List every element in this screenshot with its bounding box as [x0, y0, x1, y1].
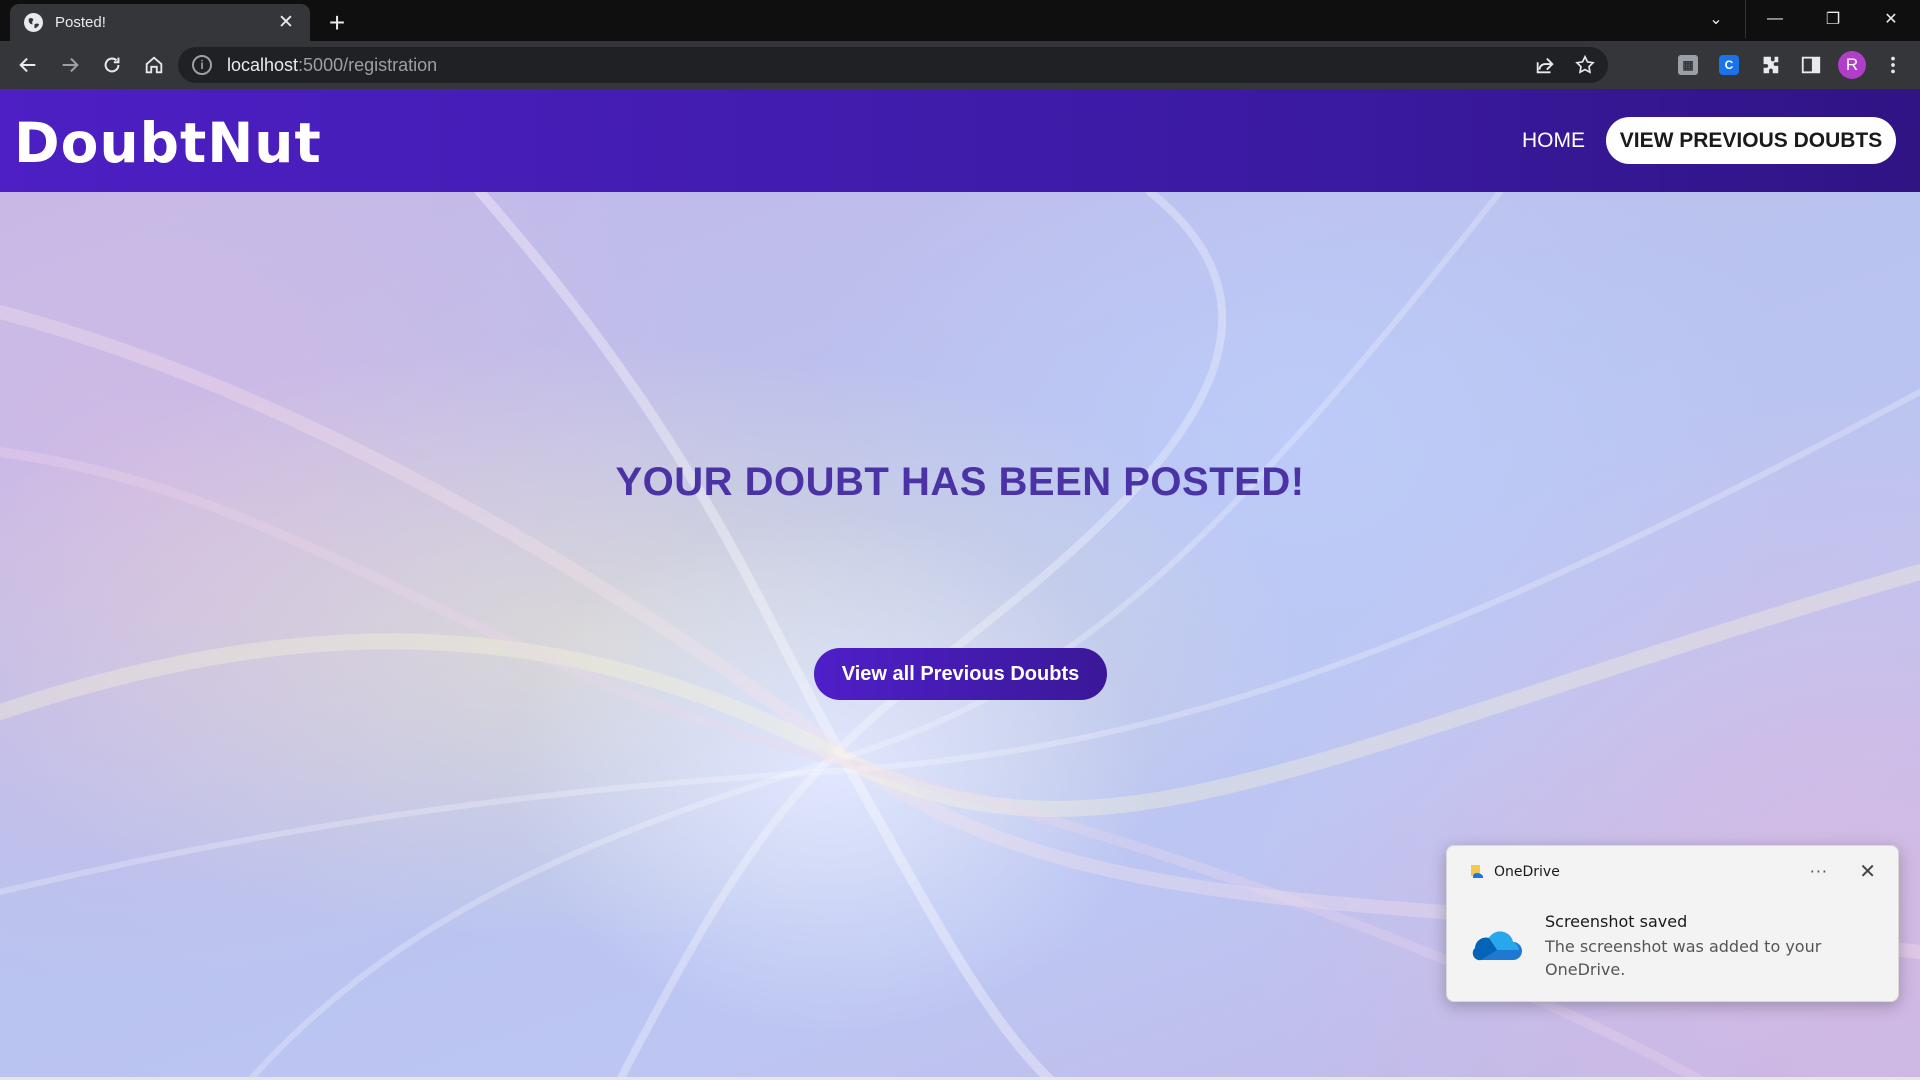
- posted-heading: YOUR DOUBT HAS BEEN POSTED!: [615, 460, 1305, 504]
- onedrive-notification[interactable]: OneDrive ··· ✕ Screenshot saved The scre…: [1446, 845, 1899, 1002]
- url-host: localhost: [227, 54, 299, 75]
- back-button[interactable]: [8, 45, 48, 85]
- site-info-icon[interactable]: i: [192, 55, 212, 75]
- reload-icon: [104, 57, 120, 73]
- address-bar[interactable]: i localhost :5000/registration: [178, 47, 1608, 83]
- url-path: :5000/registration: [298, 54, 438, 75]
- new-tab-button[interactable]: +: [320, 6, 354, 40]
- toast-body: The screenshot was added to your OneDriv…: [1545, 937, 1822, 979]
- nav-view-previous-button[interactable]: VIEW PREVIOUS DOUBTS: [1606, 117, 1896, 164]
- profile-avatar[interactable]: R: [1838, 51, 1866, 79]
- share-icon[interactable]: [1534, 54, 1556, 76]
- extension-blue-icon[interactable]: C: [1715, 51, 1743, 79]
- toast-title: Screenshot saved: [1545, 912, 1688, 931]
- onedrive-app-icon: [1471, 865, 1483, 878]
- window-close-icon[interactable]: ✕: [1862, 0, 1920, 38]
- toast-app-name: OneDrive: [1494, 864, 1560, 880]
- browser-toolbar: i localhost :5000/registration ▦ C R: [0, 41, 1920, 89]
- view-all-doubts-button[interactable]: View all Previous Doubts: [814, 648, 1107, 700]
- reload-button[interactable]: [92, 45, 132, 85]
- nav-home-link[interactable]: HOME: [1522, 129, 1585, 153]
- tab-title: Posted!: [55, 14, 106, 31]
- minimize-icon[interactable]: —: [1746, 0, 1804, 38]
- toast-header: OneDrive: [1469, 864, 1560, 880]
- extension-gray-icon[interactable]: ▦: [1674, 51, 1702, 79]
- tab-search-icon[interactable]: ⌄: [1687, 0, 1745, 38]
- home-icon: [145, 56, 163, 74]
- brand-logo[interactable]: DoubtNut: [14, 111, 322, 175]
- bookmark-star-icon[interactable]: [1574, 54, 1596, 76]
- toast-close-icon[interactable]: ✕: [1859, 859, 1876, 883]
- avatar: R: [1838, 51, 1866, 79]
- tab-close-icon[interactable]: ✕: [274, 11, 298, 34]
- puzzle-icon[interactable]: [1756, 51, 1784, 79]
- forward-button[interactable]: [50, 45, 90, 85]
- site-navbar: DoubtNut HOME VIEW PREVIOUS DOUBTS: [0, 89, 1920, 192]
- home-button[interactable]: [134, 45, 174, 85]
- back-arrow-icon: [19, 57, 36, 73]
- kebab-menu-icon[interactable]: [1879, 51, 1907, 79]
- onedrive-cloud-icon: [1472, 931, 1522, 961]
- forward-arrow-icon: [62, 57, 79, 73]
- tab-strip: Posted! ✕ + ⌄ — ❐ ✕: [0, 0, 1920, 41]
- restore-icon[interactable]: ❐: [1804, 0, 1862, 38]
- extensions-area: ▦ C R: [1674, 41, 1907, 89]
- side-panel-icon[interactable]: [1797, 51, 1825, 79]
- window-controls: ⌄ — ❐ ✕: [1687, 0, 1920, 38]
- browser-tab[interactable]: Posted! ✕: [10, 4, 310, 41]
- toast-more-icon[interactable]: ···: [1810, 862, 1828, 881]
- globe-icon: [24, 13, 43, 32]
